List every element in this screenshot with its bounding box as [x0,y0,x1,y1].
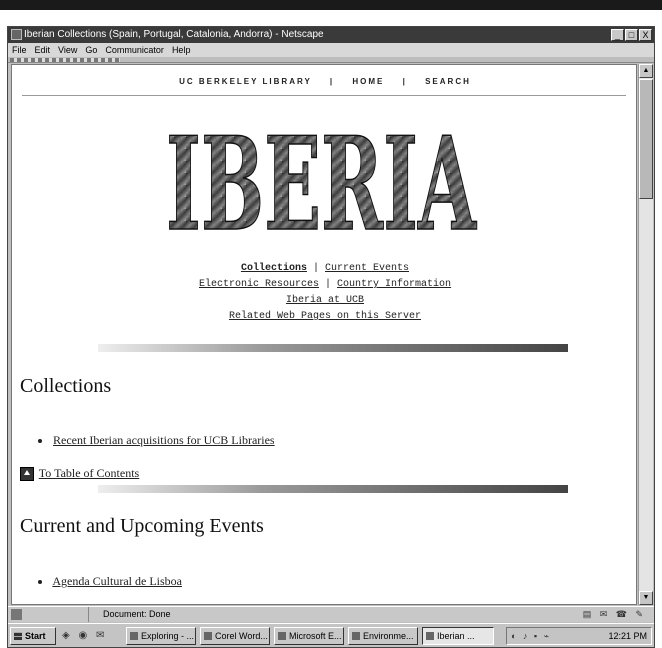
start-button[interactable]: Start [10,627,56,645]
collapsed-toolbar [8,57,654,63]
clock[interactable]: 12:21 PM [608,628,647,644]
menu-bar: File Edit View Go Communicator Help [8,43,654,57]
bullet-dot [38,580,42,585]
tray-icons[interactable]: ◐ ♪ ▪ ⌁ [511,628,551,644]
menu-help[interactable]: Help [172,43,191,57]
status-component-icons: ▤ ✉ ☎ ✎ [582,609,646,619]
link-electronic-resources[interactable]: Electronic Resources [199,279,319,290]
window-controls: _ □ X [611,29,652,41]
netscape-app-icon [11,29,22,40]
quick-launch-icons[interactable]: ◈ ◉ ✉ [62,630,107,641]
status-bar: Document: Done ▤ ✉ ☎ ✎ [8,606,654,622]
menu-edit[interactable]: Edit [35,43,51,57]
link-collections[interactable]: Collections [241,263,307,274]
horizontal-rule [22,95,626,96]
nav-library-link[interactable]: UC BERKELEY LIBRARY [179,77,312,86]
nav-search-link[interactable]: SEARCH [425,77,471,86]
collections-heading: Collections [20,375,112,397]
iberia-banner-text: IBERIA [166,113,477,239]
list-item: Recent Iberian acquisitions for UCB Libr… [38,433,275,448]
links-row-3: Iberia at UCB [12,293,636,309]
security-lock-icon[interactable] [11,609,22,620]
link-current-events[interactable]: Current Events [325,263,409,274]
links-row-4: Related Web Pages on this Server [12,309,636,325]
scroll-down-icon[interactable]: ▼ [639,591,653,605]
page-content: UC BERKELEY LIBRARY | HOME | SEARCH IBER… [11,64,637,605]
list-item: Agenda Cultural de Lisboa [38,574,182,589]
link-table-of-contents[interactable]: To Table of Contents [39,466,139,480]
task-exploring[interactable]: Exploring - ... [126,627,196,645]
menu-communicator[interactable]: Communicator [105,43,164,57]
link-separator: | [324,279,331,290]
windows-taskbar: Start ◈ ◉ ✉ Exploring - ... Corel Word..… [8,623,654,647]
gradient-divider [98,485,568,493]
browser-window: Iberian Collections (Spain, Portugal, Ca… [7,26,655,648]
task-environme[interactable]: Environme... [348,627,418,645]
iberia-banner: IBERIA [165,113,477,239]
links-row-1: Collections | Current Events [12,261,636,277]
task-microsoft-e[interactable]: Microsoft E... [274,627,344,645]
section-links: Collections | Current Events Electronic … [12,261,636,325]
nav-home-link[interactable]: HOME [352,77,384,86]
system-tray: ◐ ♪ ▪ ⌁ 12:21 PM [506,627,652,645]
scroll-up-icon[interactable]: ▲ [639,64,653,78]
link-separator: | [312,263,319,274]
top-navigation: UC BERKELEY LIBRARY | HOME | SEARCH [12,77,636,86]
close-button[interactable]: X [639,29,652,41]
link-iberia-at-ucb[interactable]: Iberia at UCB [286,295,364,306]
menu-view[interactable]: View [58,43,77,57]
gradient-divider [98,344,568,352]
window-title: Iberian Collections (Spain, Portugal, Ca… [24,29,324,40]
maximize-button[interactable]: □ [625,29,638,41]
vertical-scrollbar[interactable]: ▲ ▼ [638,64,653,605]
task-corel-word[interactable]: Corel Word... [200,627,270,645]
bullet-dot [38,439,42,444]
title-bar[interactable]: Iberian Collections (Spain, Portugal, Ca… [8,27,654,43]
link-recent-acquisitions[interactable]: Recent Iberian acquisitions for UCB Libr… [53,433,275,447]
events-heading: Current and Upcoming Events [20,515,264,537]
up-arrow-icon[interactable] [20,467,34,482]
menu-file[interactable]: File [12,43,27,57]
menu-go[interactable]: Go [85,43,97,57]
top-border [0,0,662,10]
toolbar-grip[interactable] [10,58,120,62]
status-text: Document: Done [88,607,448,622]
links-row-2: Electronic Resources | Country Informati… [12,277,636,293]
link-agenda-cultural[interactable]: Agenda Cultural de Lisboa [52,574,182,588]
minimize-button[interactable]: _ [611,29,624,41]
scroll-thumb[interactable] [639,79,653,199]
nav-separator: | [402,77,407,86]
link-related-pages[interactable]: Related Web Pages on this Server [229,311,421,322]
link-country-information[interactable]: Country Information [337,279,451,290]
toc-row: To Table of Contents [20,466,139,482]
nav-separator: | [329,77,335,86]
task-iberian[interactable]: Iberian ... [422,627,494,645]
